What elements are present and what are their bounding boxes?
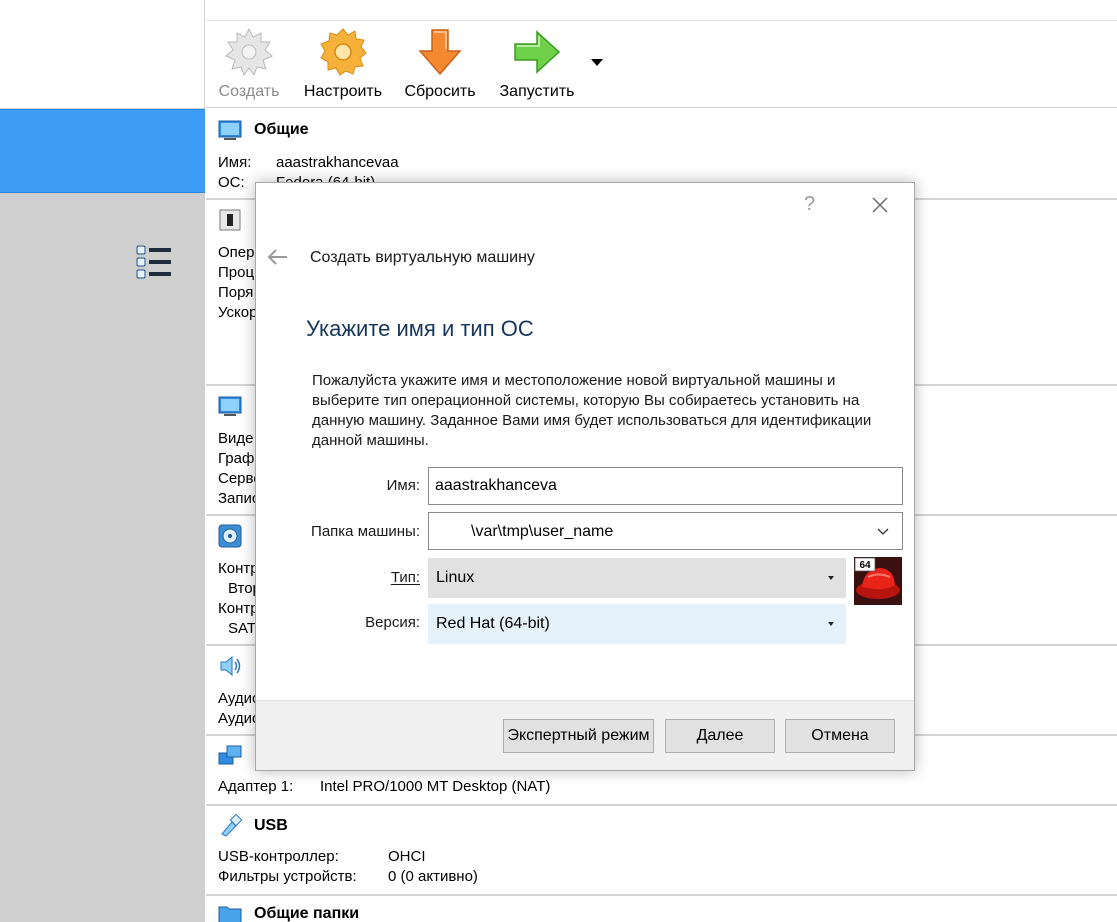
arrow-down-icon: [418, 29, 462, 76]
discard-label: Сбросить: [404, 83, 476, 100]
speaker-icon: [220, 655, 241, 677]
settings-label: Настроить: [303, 83, 383, 100]
monitor-icon: [218, 120, 242, 140]
system-row: Проц: [218, 264, 255, 281]
adapter-key: Адаптер 1:: [218, 778, 294, 795]
storage-row: Контр: [218, 600, 259, 617]
usb-controller-key: USB-контроллер:: [218, 848, 339, 865]
usb-header[interactable]: USB: [218, 814, 288, 838]
type-value: Linux: [436, 569, 475, 586]
dropdown-arrow-icon: [828, 576, 834, 580]
network-icon: [218, 745, 242, 765]
os-key: ОС:: [218, 174, 245, 191]
usb-section: USB USB-контроллер: OHCI Фильтры устройс…: [206, 806, 1117, 896]
shared-folders-header[interactable]: Общие папки: [218, 902, 359, 922]
name-field-label: Имя:: [386, 477, 420, 494]
usb-title: USB: [254, 817, 288, 834]
system-row: Поря: [218, 284, 254, 301]
network-adapter-row: Адаптер 1: Intel PRO/1000 MT Desktop (NA…: [218, 778, 550, 798]
page-description: Пожалуйста укажите имя и местоположение …: [312, 372, 872, 449]
system-header[interactable]: [218, 208, 254, 232]
usb-controller-row: USB-контроллер: OHCI: [218, 848, 426, 868]
list-menu-icon[interactable]: [136, 244, 172, 280]
display-header[interactable]: [218, 394, 254, 418]
usb-filters-value: 0 (0 активно): [388, 868, 478, 885]
os-version-combo[interactable]: Red Hat (64-bit): [428, 604, 846, 644]
arrow-right-icon: [514, 30, 561, 74]
shared-folders-section: Общие папки: [206, 896, 1117, 922]
folder-field-label: Папка машины:: [311, 523, 420, 540]
display-row: Виде: [218, 430, 254, 447]
next-button[interactable]: Далее: [665, 719, 775, 753]
folder-value: \var\tmp\user_name: [471, 523, 614, 540]
expert-mode-button[interactable]: Экспертный режим: [503, 719, 654, 753]
gear-icon: [225, 27, 273, 77]
help-button[interactable]: ?: [804, 193, 815, 216]
virtualbox-manager-window: Создать Настроить Сбросить Запустить Общ…: [0, 0, 1117, 922]
monitor-icon: [218, 396, 242, 416]
create-label: Создать: [218, 83, 280, 100]
system-row: Ускор: [218, 304, 258, 321]
general-header[interactable]: Общие: [218, 118, 309, 142]
usb-filters-key: Фильтры устройств:: [218, 868, 357, 885]
dropdown-arrow-icon: [828, 622, 834, 626]
back-arrow-icon[interactable]: [266, 247, 290, 267]
settings-button[interactable]: Настроить: [302, 27, 384, 101]
usb-filters-row: Фильтры устройств: 0 (0 активно): [218, 868, 478, 888]
start-button[interactable]: Запустить: [498, 27, 576, 101]
start-dropdown-arrow-icon[interactable]: [591, 59, 603, 66]
disk-icon: [218, 524, 242, 548]
name-input[interactable]: [428, 467, 903, 505]
machine-list-pane: [0, 0, 205, 922]
storage-row: Контр: [218, 560, 259, 577]
general-title: Общие: [254, 121, 309, 138]
usb-icon: [221, 814, 242, 837]
os-64bit-badge: 64: [859, 560, 871, 571]
page-heading: Укажите имя и тип ОС: [306, 316, 534, 341]
system-row: Опер: [218, 244, 255, 261]
create-button[interactable]: Создать: [214, 27, 284, 101]
name-value: aaastrakhancevaa: [276, 154, 399, 171]
shared-folders-title: Общие папки: [254, 905, 360, 922]
network-header[interactable]: [218, 744, 254, 768]
dialog-button-bar: Экспертный режим Далее Отмена: [256, 700, 914, 770]
storage-row: SAT: [228, 620, 257, 637]
display-row: Запис: [218, 490, 260, 507]
main-toolbar: Создать Настроить Сбросить Запустить: [206, 20, 1117, 108]
chip-icon: [219, 209, 241, 231]
audio-header[interactable]: [218, 654, 254, 678]
close-icon[interactable]: [868, 193, 892, 217]
display-row: Граф: [218, 450, 255, 467]
dialog-title: Создать виртуальную машину: [310, 249, 535, 266]
redhat-os-icon: 64: [854, 557, 902, 605]
cancel-button[interactable]: Отмена: [785, 719, 895, 753]
audio-row: Аудис: [218, 710, 260, 727]
version-value: Red Hat (64-bit): [436, 615, 550, 632]
chevron-down-icon[interactable]: [876, 525, 890, 539]
gear-icon: [320, 28, 367, 76]
start-label: Запустить: [499, 83, 575, 100]
general-name-row: Имя: aaastrakhancevaa: [218, 154, 399, 174]
general-os-row: ОС: Fedora (64-bit): [218, 174, 375, 194]
machine-folder-combo[interactable]: \var\tmp\user_name: [428, 512, 903, 550]
create-vm-dialog: ? Создать виртуальную машину Укажите имя…: [255, 182, 915, 771]
name-key: Имя:: [218, 154, 252, 171]
os-type-combo[interactable]: Linux: [428, 558, 846, 598]
type-field-label: Тип:: [390, 569, 420, 586]
audio-row: Аудис: [218, 690, 260, 707]
adapter-value: Intel PRO/1000 MT Desktop (NAT): [320, 778, 551, 795]
machine-list-empty-area: [0, 0, 205, 108]
folder-icon: [218, 906, 242, 922]
tools-item-selected[interactable]: [0, 109, 205, 279]
storage-header[interactable]: [218, 524, 254, 548]
discard-button[interactable]: Сбросить: [404, 27, 476, 101]
usb-controller-value: OHCI: [388, 848, 426, 865]
version-field-label: Версия:: [365, 614, 420, 631]
